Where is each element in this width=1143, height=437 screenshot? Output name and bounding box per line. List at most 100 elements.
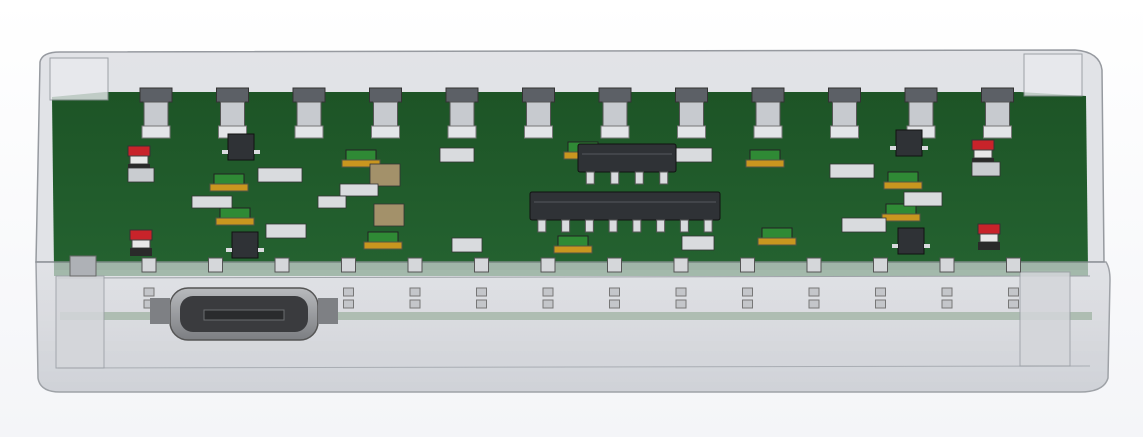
pin-header: [216, 87, 249, 139]
transistor-pin: [922, 146, 928, 150]
pin-header-body: [449, 101, 475, 127]
bottom-pin-low: [343, 299, 354, 309]
transistor-body: [897, 227, 925, 255]
smd-resistor: [903, 191, 943, 207]
ic-pin: [608, 219, 618, 233]
pin-header-body: [832, 101, 857, 127]
pin-header-cap: [139, 87, 173, 103]
smd-pads: [881, 213, 921, 222]
smd-green-part: [363, 231, 403, 250]
bottom-pin-low: [409, 299, 421, 309]
pin-header-body: [985, 101, 1010, 127]
bottom-pin-mid: [542, 287, 554, 297]
pin-header: [445, 87, 479, 139]
ic-pin: [632, 219, 642, 233]
smd-pads: [757, 237, 797, 246]
smd-top: [367, 231, 399, 243]
smd-resistor: [451, 237, 483, 253]
pin-header-body: [602, 101, 628, 127]
pcb-render: [35, 49, 1111, 393]
pin-header-base: [294, 125, 324, 139]
bottom-pin-top: [939, 257, 955, 273]
pin-header-cap: [216, 87, 249, 103]
smd-top: [345, 149, 377, 161]
smd-resistor: [681, 235, 715, 251]
smd-resistor: [265, 223, 307, 239]
smd-green-part: [883, 171, 923, 190]
bottom-pin-top: [407, 257, 423, 273]
ic-pin: [659, 171, 669, 185]
bottom-pin-top: [740, 257, 755, 273]
bottom-pin-low: [941, 299, 953, 309]
pin-header-base: [141, 125, 171, 139]
ic-pin: [610, 171, 620, 185]
ic-pin: [537, 219, 547, 233]
bottom-pin-mid: [675, 287, 687, 297]
smd-resistor: [317, 195, 347, 209]
led-base: [979, 233, 999, 243]
bottom-pin-top: [673, 257, 689, 273]
transistor-body: [227, 133, 255, 161]
transistor-pin: [924, 244, 930, 248]
led-foot: [130, 248, 152, 256]
ic-body: [529, 191, 721, 221]
led-foot: [978, 242, 1000, 250]
standoff-bottom-right: [1019, 271, 1071, 367]
pin-header-body: [908, 101, 934, 127]
pin-header-cap: [904, 87, 938, 103]
bottom-pin-top: [274, 257, 290, 273]
pin-header-body: [526, 101, 551, 127]
pin-header: [598, 87, 632, 139]
led-base: [973, 149, 993, 159]
smd-resistor: [971, 161, 1001, 177]
bottom-pin-low: [609, 299, 620, 309]
usb-tongue: [203, 309, 285, 321]
smd-green-part: [553, 235, 593, 254]
bottom-pin-mid: [875, 287, 886, 297]
transistor-body: [895, 129, 923, 157]
capacitor: [369, 163, 401, 187]
pin-header-body: [679, 101, 704, 127]
red-led: [977, 223, 1001, 250]
smd-pads: [883, 181, 923, 190]
ic-pin: [656, 219, 666, 233]
pin-header-cap: [522, 87, 555, 103]
bottom-pin-mid: [742, 287, 753, 297]
smd-pads: [553, 245, 593, 254]
red-led: [129, 229, 153, 256]
smd-green-part: [745, 149, 785, 168]
transistor-body: [231, 231, 259, 259]
smd-resistor: [675, 147, 713, 163]
pin-header: [981, 87, 1014, 139]
pin-header-body: [143, 101, 169, 127]
pin-header-cap: [369, 87, 402, 103]
smd-top: [557, 235, 589, 247]
bottom-pin-low: [808, 299, 820, 309]
bottom-pin-top: [341, 257, 356, 273]
capacitor: [373, 203, 405, 227]
smd-green-part: [881, 203, 921, 222]
pin-header-body: [373, 101, 398, 127]
bottom-pin-top: [540, 257, 556, 273]
pin-header: [751, 87, 785, 139]
bottom-pin-top: [141, 257, 157, 273]
bottom-pin-mid: [476, 287, 487, 297]
transistor: [222, 133, 260, 161]
pin-header-cap: [828, 87, 861, 103]
standoff-bottom-left: [55, 275, 105, 369]
bottom-pin-mid: [409, 287, 421, 297]
micro-usb-icon[interactable]: [150, 287, 338, 341]
pin-header-body: [296, 101, 322, 127]
smd-resistor: [439, 147, 475, 163]
pin-header-body: [755, 101, 781, 127]
bottom-pin-low: [742, 299, 753, 309]
transistor-pin: [222, 150, 228, 154]
pin-header-body: [220, 101, 245, 127]
pin-header-cap: [292, 87, 326, 103]
transistor: [890, 129, 928, 157]
led-body: [977, 223, 1001, 235]
bottom-pin-low: [875, 299, 886, 309]
smd-resistor: [127, 167, 155, 183]
ic-pin: [703, 219, 713, 233]
bottom-pin-mid: [808, 287, 820, 297]
